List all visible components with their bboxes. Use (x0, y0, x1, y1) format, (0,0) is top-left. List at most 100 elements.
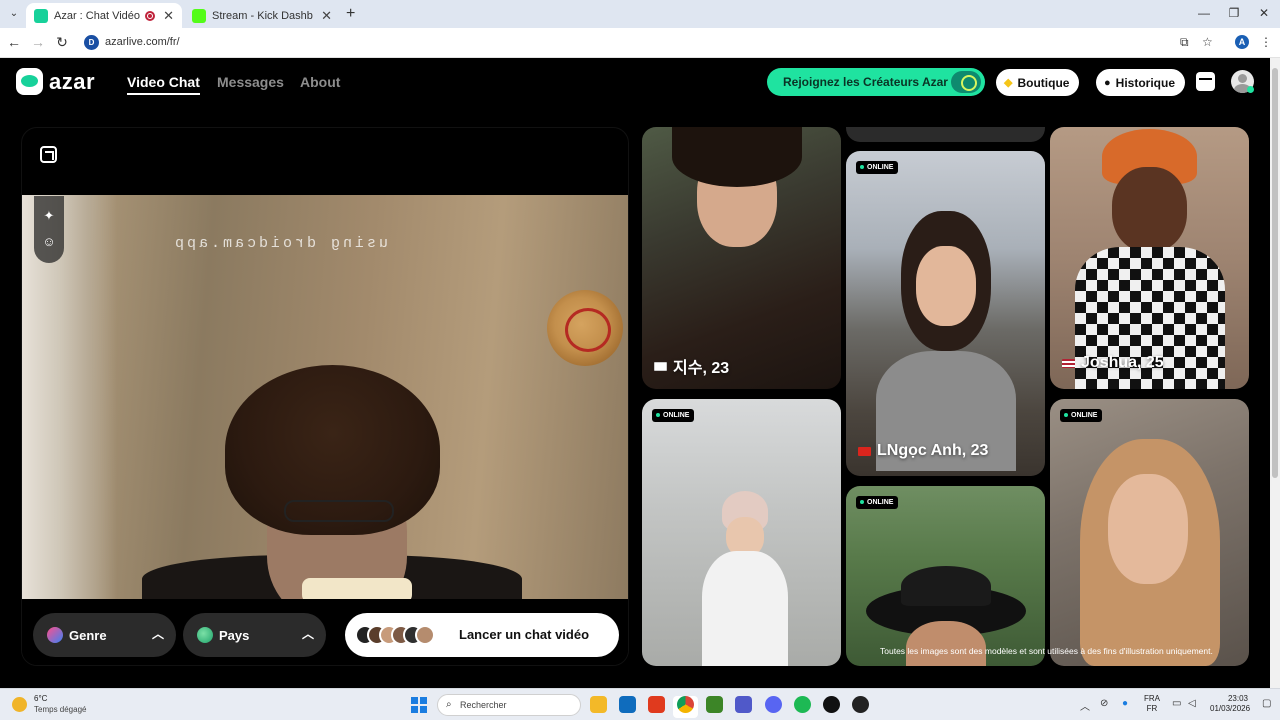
nav-about[interactable]: About (300, 74, 340, 90)
tab-close-icon[interactable]: ✕ (321, 8, 332, 24)
windows-start-icon[interactable] (411, 697, 427, 713)
launch-label: Lancer un chat vidéo (459, 627, 590, 642)
phone (302, 578, 412, 599)
language-indicator[interactable]: FRA FR (1144, 694, 1160, 714)
display-icon[interactable]: ▭ (1172, 698, 1181, 709)
portrait-coat (702, 551, 788, 666)
azar-logo[interactable]: azar (16, 68, 95, 95)
portrait-face (916, 246, 976, 326)
taskbar-search-input[interactable]: ⌕ Rechercher (437, 694, 581, 716)
teams-icon[interactable] (735, 696, 752, 713)
minecraft-icon[interactable] (706, 696, 723, 713)
minimize-icon[interactable]: — (1196, 6, 1212, 20)
tab-list-chevron-icon[interactable]: ⌄ (6, 6, 22, 22)
join-creators-button[interactable]: Rejoignez les Créateurs Azar (767, 68, 985, 96)
profile-card-jisu[interactable]: 지수, 23 (642, 127, 841, 389)
tab-title: Stream - Kick Dashboard (212, 9, 313, 22)
volume-icon[interactable]: ◁ (1188, 698, 1196, 709)
lang-bottom: FR (1146, 704, 1158, 713)
boutique-button[interactable]: ◆ Boutique (996, 69, 1080, 96)
window-close-icon[interactable]: ✕ (1256, 6, 1272, 20)
browser-tab-kick[interactable]: Stream - Kick Dashboard ✕ (184, 3, 340, 28)
browser-menu-icon[interactable]: ⋮ (1260, 35, 1272, 49)
card-name: LNgọc Anh, 23 (877, 442, 989, 459)
tab-title: Azar : Chat Vidéo avec de n (54, 9, 141, 22)
card-name: 지수, 23 (673, 360, 730, 377)
weather-desc: Temps dégagé (34, 705, 87, 714)
inbox-icon[interactable] (1196, 72, 1215, 91)
restore-icon[interactable]: ❐ (1226, 6, 1242, 20)
moon-weather-icon[interactable] (12, 697, 27, 712)
card-name: Joshua, 25 (1081, 354, 1164, 371)
clock-time: 23:03 (1227, 694, 1248, 703)
profile-card-ngoc-anh[interactable]: ONLINE LNgọc Anh, 23 (846, 151, 1045, 476)
browser-tab-azar[interactable]: Azar : Chat Vidéo avec de n ✕ (26, 3, 182, 28)
genre-filter-button[interactable]: Genre ︿ (33, 613, 176, 657)
nav-video-chat[interactable]: Video Chat (127, 74, 200, 95)
pays-filter-button[interactable]: Pays ︿ (183, 613, 326, 657)
gender-icon (47, 627, 63, 643)
network-icon[interactable]: ⊘ (1100, 698, 1108, 709)
microphone-icon[interactable]: ● (1122, 698, 1128, 709)
portrait-face (906, 621, 986, 666)
online-badge: ONLINE (856, 496, 899, 509)
bookmark-star-icon[interactable]: ☆ (1202, 35, 1213, 49)
url-field[interactable]: D azarlive.com/fr/ (78, 31, 1226, 55)
profile-card-snow[interactable]: ONLINE (642, 399, 841, 666)
tab-close-icon[interactable]: ✕ (163, 8, 174, 24)
expand-icon[interactable] (40, 146, 57, 163)
self-camera-feed: using droidcam.app (22, 195, 628, 599)
clock-date: 01/03/2026 (1210, 704, 1251, 713)
new-tab-plus-icon[interactable]: + (346, 5, 355, 23)
file-explorer-icon[interactable] (590, 696, 607, 713)
historique-button[interactable]: ● Historique (1096, 69, 1185, 96)
recording-icon (145, 10, 156, 21)
weather-temp: 6°C (34, 694, 48, 703)
taskbar-clock[interactable]: 23:03 01/03/2026 (1210, 694, 1251, 714)
office-icon[interactable] (648, 696, 665, 713)
outlook-icon[interactable] (619, 696, 636, 713)
azar-site: azar Video Chat Messages About Rejoignez… (0, 58, 1270, 688)
online-status-dot (1247, 86, 1254, 93)
camera-tools: ✦ ☺ (34, 196, 64, 263)
browser-profile-avatar[interactable]: A (1235, 35, 1249, 49)
portrait-hair (672, 127, 802, 187)
online-badge: ONLINE (652, 409, 695, 422)
straw-hat (547, 290, 623, 366)
spotify-icon[interactable] (794, 696, 811, 713)
profile-card-hat[interactable]: ONLINE (846, 486, 1045, 666)
card-name-label: Joshua, 25 (1062, 354, 1164, 372)
reload-icon[interactable]: ↻ (54, 34, 70, 51)
site-info-icon[interactable]: D (84, 35, 99, 50)
back-arrow-icon[interactable]: ← (6, 34, 22, 50)
notification-icon[interactable]: ▢ (1262, 698, 1271, 709)
avatar-stack (355, 625, 440, 645)
glasses (284, 500, 394, 522)
nav-messages[interactable]: Messages (217, 74, 284, 90)
profile-card-blonde[interactable]: ONLINE (1050, 399, 1249, 666)
creators-deco-icon (951, 71, 981, 93)
portrait-hat-crown (901, 566, 991, 606)
app-pin-icon[interactable] (823, 696, 840, 713)
magic-wand-icon[interactable]: ✦ (41, 208, 57, 224)
page-scrollbar[interactable] (1270, 58, 1280, 688)
tray-chevron-icon[interactable]: ︿ (1080, 698, 1090, 713)
discord-icon[interactable] (765, 696, 782, 713)
forward-arrow-icon[interactable]: → (30, 34, 46, 50)
diamond-icon: ◆ (1004, 77, 1013, 89)
card-name-label: 지수, 23 (654, 354, 729, 378)
obs-icon[interactable] (852, 696, 869, 713)
chrome-icon[interactable] (677, 696, 694, 713)
face-filter-icon[interactable]: ☺ (41, 234, 57, 250)
profile-card-joshua[interactable]: Joshua, 25 (1050, 127, 1249, 389)
scroll-thumb[interactable] (1272, 68, 1278, 478)
online-badge: ONLINE (856, 161, 899, 174)
launch-video-chat-button[interactable]: Lancer un chat vidéo (345, 613, 619, 657)
flag-kr-icon (654, 361, 667, 371)
profile-card-partial[interactable] (846, 127, 1045, 142)
globe-icon (197, 627, 213, 643)
url-text: azarlive.com/fr/ (105, 36, 180, 48)
droidcam-watermark: using droidcam.app (172, 235, 389, 252)
install-app-icon[interactable]: ⧉ (1180, 35, 1189, 50)
search-placeholder: Rechercher (460, 700, 507, 710)
